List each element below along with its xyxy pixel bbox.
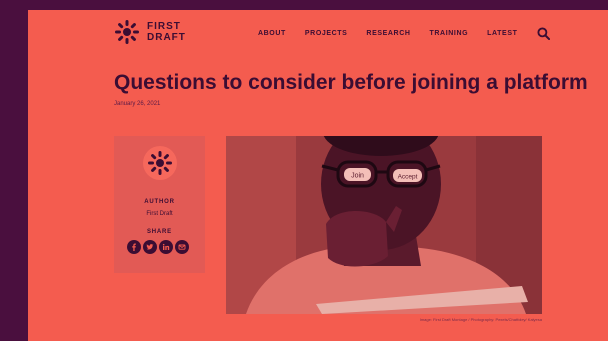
nav-training[interactable]: TRAINING	[430, 30, 469, 37]
nav-about[interactable]: ABOUT	[258, 30, 286, 37]
logo-line-draft: DRAFT	[147, 32, 186, 43]
author-name[interactable]: First Draft	[114, 211, 205, 217]
site-header: FIRST DRAFT ABOUT PROJECTS RESEARCH TRAI…	[28, 10, 608, 56]
glasses-left-text: Join	[351, 173, 364, 180]
page-content: FIRST DRAFT ABOUT PROJECTS RESEARCH TRAI…	[28, 10, 608, 341]
site-logo[interactable]: FIRST DRAFT	[114, 19, 187, 45]
logo-line-first: FIRST	[147, 21, 181, 32]
author-avatar[interactable]	[143, 146, 177, 180]
hero-photo-illustration: Join Accept	[226, 136, 542, 314]
search-icon[interactable]	[537, 27, 551, 40]
share-buttons	[127, 240, 191, 254]
first-draft-logo-icon	[115, 20, 139, 44]
article-date: January 26, 2021	[114, 101, 161, 107]
author-label: AUTHOR	[144, 199, 175, 205]
nav-latest[interactable]: LATEST	[487, 30, 517, 37]
author-card: AUTHOR First Draft SHARE	[114, 136, 205, 273]
linkedin-icon	[162, 243, 170, 250]
share-twitter-button[interactable]	[143, 240, 157, 254]
hero-image: Join Accept	[226, 136, 542, 314]
share-facebook-button[interactable]	[127, 240, 141, 254]
twitter-icon	[146, 244, 154, 250]
logo-text: FIRST DRAFT	[147, 21, 187, 43]
nav-projects[interactable]: PROJECTS	[305, 30, 348, 37]
main-nav: ABOUT PROJECTS RESEARCH TRAINING LATEST	[258, 27, 551, 40]
email-icon	[178, 244, 186, 250]
image-caption: Image: First Draft Montage / Photography…	[419, 317, 542, 322]
nav-research[interactable]: RESEARCH	[366, 30, 410, 37]
share-label: SHARE	[146, 229, 172, 235]
article-title: Questions to consider before joining a p…	[114, 71, 588, 94]
share-email-button[interactable]	[175, 240, 189, 254]
share-linkedin-button[interactable]	[159, 240, 173, 254]
facebook-icon	[132, 243, 136, 251]
glasses-right-text: Accept	[398, 174, 418, 181]
